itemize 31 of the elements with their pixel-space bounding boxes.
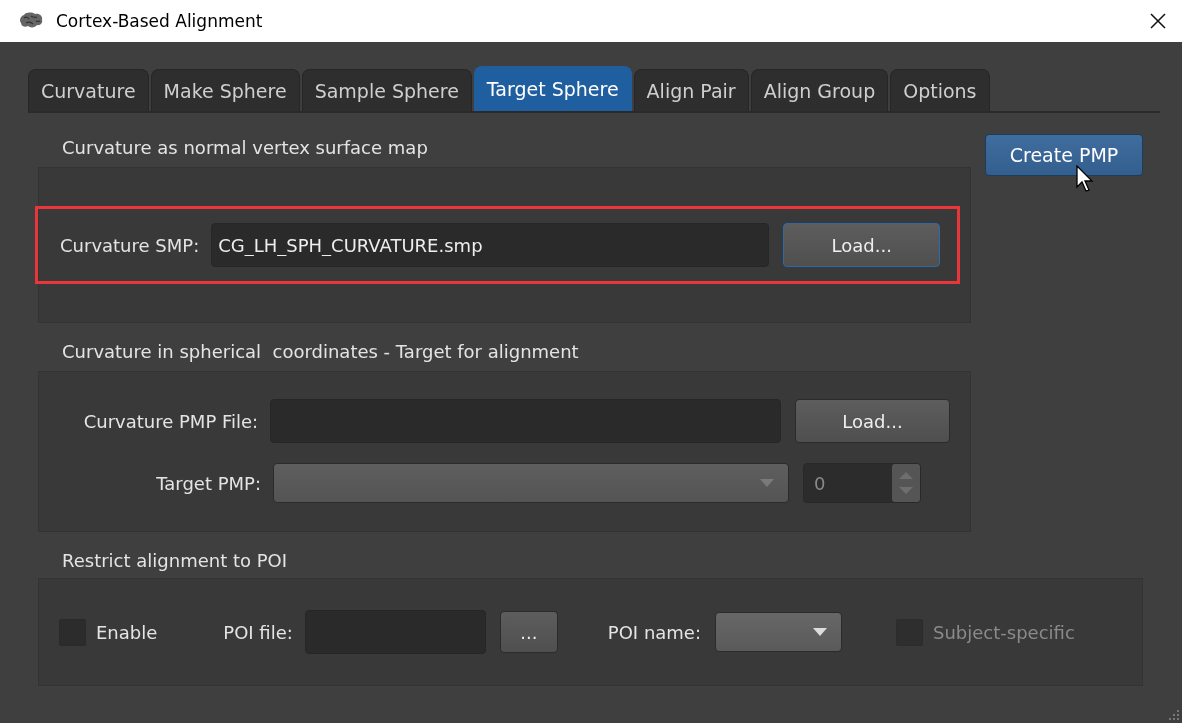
tab[interactable]: Align Group	[750, 69, 889, 111]
create-pmp-button[interactable]: Create PMP	[985, 134, 1143, 176]
resize-grip-icon[interactable]	[1166, 707, 1180, 721]
tab[interactable]: Make Sphere	[150, 69, 300, 111]
field-label: Target PMP:	[155, 472, 261, 494]
checkbox-label: Enable	[96, 621, 158, 643]
file-path-field[interactable]: CG_LH_SPH_CURVATURE.smp	[211, 223, 770, 267]
tab[interactable]: Sample Sphere	[301, 69, 472, 111]
group-title: Restrict alignment to POI	[61, 550, 289, 573]
caret-icon	[813, 628, 827, 636]
load-button[interactable]: Load...	[783, 223, 941, 267]
tab[interactable]: Options	[890, 69, 990, 111]
brain-icon	[18, 12, 44, 30]
spin-arrows-icon[interactable]	[892, 464, 920, 502]
mouse-pointer-icon	[1076, 165, 1094, 193]
dropdown[interactable]	[715, 612, 842, 652]
group-title: Curvature in spherical coordinates - Target for alignment	[61, 341, 580, 364]
group-title: Curvature as normal vertex surface map	[61, 137, 429, 160]
browse-button[interactable]: ...	[499, 611, 558, 653]
field-label: Curvature PMP File:	[82, 410, 259, 432]
window-title: Cortex-Based Alignment	[56, 11, 264, 31]
load-button[interactable]: Load...	[795, 399, 950, 443]
close-icon[interactable]	[1150, 13, 1166, 29]
checkbox-label: Subject-specific	[933, 621, 1075, 643]
field-label: Curvature SMP:	[60, 234, 200, 256]
tab[interactable]: Align Pair	[633, 69, 749, 111]
field-label: POI name:	[607, 621, 701, 643]
field-label: POI file:	[223, 621, 293, 643]
caret-icon	[760, 479, 774, 487]
tab[interactable]: Curvature	[28, 69, 149, 111]
tab[interactable]: Target Sphere	[473, 66, 632, 111]
